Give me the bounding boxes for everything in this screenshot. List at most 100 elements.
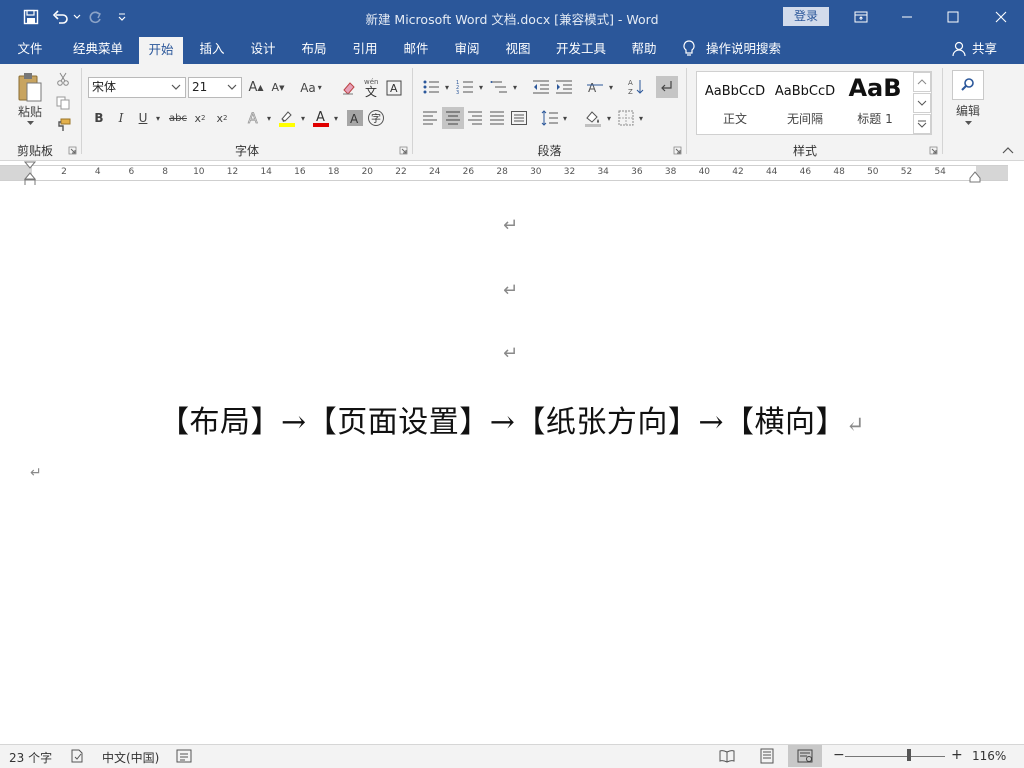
borders-dropdown-icon[interactable]: ▾ (636, 108, 646, 128)
italic-icon[interactable]: I (112, 108, 130, 128)
document-page[interactable]: ↵ ↵ ↵ 【布局】→【页面设置】→【纸张方向】→【横向】↵ ↵ (0, 185, 1024, 744)
shading-icon[interactable] (582, 108, 604, 128)
right-indent-marker-icon[interactable] (969, 171, 981, 183)
proofing-icon[interactable] (70, 748, 86, 764)
tab-developer[interactable]: 开发工具 (548, 34, 614, 64)
bold-icon[interactable]: B (90, 108, 108, 128)
numbering-icon[interactable]: 123 (454, 77, 476, 97)
styles-launcher-icon[interactable] (929, 146, 938, 155)
tab-mailings[interactable]: 邮件 (394, 34, 438, 64)
collapse-ribbon-icon[interactable] (1000, 144, 1016, 156)
web-layout-icon[interactable] (788, 745, 822, 767)
font-color-dropdown-icon[interactable]: ▾ (331, 108, 341, 128)
indent-marker-icon[interactable] (24, 161, 36, 187)
line-spacing-icon[interactable] (540, 108, 560, 128)
word-count[interactable]: 23 个字 (9, 749, 52, 766)
multilevel-list-icon[interactable] (488, 77, 510, 97)
subscript-icon[interactable]: x2 (191, 108, 209, 128)
style-no-spacing[interactable]: AaBbCcD 无间隔 (769, 72, 841, 134)
font-name-dropdown-icon[interactable] (169, 78, 183, 97)
zoom-slider[interactable] (845, 756, 945, 757)
clear-formatting-icon[interactable] (339, 77, 359, 98)
distributed-icon[interactable] (509, 108, 529, 128)
editing-label[interactable]: 编辑 (950, 102, 986, 118)
style-heading-1[interactable]: AaB 标题 1 (839, 72, 911, 134)
zoom-out-icon[interactable]: − (833, 747, 845, 763)
change-case-icon[interactable]: Aa▾ (296, 77, 326, 98)
undo-icon[interactable] (50, 7, 72, 27)
align-center-icon[interactable] (442, 107, 464, 129)
bullets-dropdown-icon[interactable]: ▾ (442, 77, 452, 97)
chinese-layout-dropdown-icon[interactable]: ▾ (606, 77, 616, 97)
find-icon[interactable] (952, 70, 984, 100)
font-launcher-icon[interactable] (399, 146, 408, 155)
editing-dropdown-icon[interactable] (962, 118, 974, 128)
horizontal-ruler[interactable]: 2468101214161820222426283032343638404244… (0, 161, 1024, 185)
save-icon[interactable] (20, 7, 42, 27)
font-size-dropdown-icon[interactable] (225, 78, 239, 97)
phonetic-guide-icon[interactable]: wén文 (361, 75, 383, 99)
align-right-icon[interactable] (465, 108, 485, 128)
styles-scroll-up-icon[interactable] (913, 72, 931, 92)
underline-dropdown-icon[interactable]: ▾ (152, 108, 164, 128)
font-size-box[interactable]: 21 (188, 77, 242, 98)
zoom-in-icon[interactable]: + (951, 747, 963, 763)
decrease-indent-icon[interactable] (530, 77, 552, 97)
highlight-dropdown-icon[interactable]: ▾ (298, 108, 308, 128)
character-shading-icon[interactable]: A (345, 108, 365, 128)
multilevel-dropdown-icon[interactable]: ▾ (510, 77, 520, 97)
clipboard-launcher-icon[interactable] (68, 146, 77, 155)
ribbon-display-options-icon[interactable] (838, 0, 884, 34)
borders-icon[interactable] (616, 108, 636, 128)
font-color-icon[interactable]: A (311, 108, 331, 128)
read-mode-icon[interactable] (719, 748, 735, 764)
shrink-font-icon[interactable]: A▼ (268, 77, 288, 98)
zoom-slider-thumb[interactable] (907, 749, 911, 761)
grow-font-icon[interactable]: A▲ (246, 77, 266, 98)
print-layout-icon[interactable] (759, 748, 775, 764)
strikethrough-icon[interactable]: abc (167, 108, 189, 128)
styles-scroll-down-icon[interactable] (913, 93, 931, 113)
tab-review[interactable]: 审阅 (445, 34, 489, 64)
styles-more-icon[interactable] (913, 114, 931, 134)
paragraph-launcher-icon[interactable] (673, 146, 682, 155)
paste-icon[interactable] (14, 70, 46, 104)
share-person-icon[interactable] (952, 34, 972, 64)
login-button[interactable]: 登录 (783, 7, 829, 26)
macro-record-icon[interactable] (176, 748, 192, 764)
font-name-box[interactable]: 宋体 (88, 77, 186, 98)
text-effects-dropdown-icon[interactable]: ▾ (264, 108, 274, 128)
chinese-layout-icon[interactable]: A (584, 77, 606, 97)
enclose-characters-icon[interactable]: 字 (366, 108, 386, 128)
close-icon[interactable] (978, 0, 1024, 34)
numbering-dropdown-icon[interactable]: ▾ (476, 77, 486, 97)
character-border-icon[interactable]: A (384, 77, 404, 98)
underline-icon[interactable]: U (134, 108, 152, 128)
justify-icon[interactable] (487, 108, 507, 128)
format-painter-icon[interactable] (54, 116, 72, 134)
cut-icon[interactable] (54, 70, 72, 88)
increase-indent-icon[interactable] (553, 77, 575, 97)
tab-classic-menu[interactable]: 经典菜单 (62, 34, 134, 64)
tab-insert[interactable]: 插入 (190, 34, 234, 64)
paste-label[interactable]: 粘贴 (12, 104, 48, 118)
language[interactable]: 中文(中国) (102, 749, 159, 766)
maximize-icon[interactable] (930, 0, 976, 34)
undo-dropdown-icon[interactable] (72, 7, 82, 27)
tab-layout[interactable]: 布局 (292, 34, 336, 64)
document-main-text-line[interactable]: 【布局】→【页面设置】→【纸张方向】→【横向】↵ (0, 397, 1024, 441)
shading-dropdown-icon[interactable]: ▾ (604, 108, 614, 128)
text-effects-icon[interactable]: A (244, 108, 264, 128)
tab-view[interactable]: 视图 (496, 34, 540, 64)
tab-references[interactable]: 引用 (343, 34, 387, 64)
paste-dropdown-icon[interactable] (24, 118, 36, 128)
style-normal[interactable]: AaBbCcD 正文 (699, 72, 771, 134)
sort-icon[interactable]: AZ (626, 77, 646, 97)
share-button[interactable]: 共享 (972, 34, 1002, 64)
align-left-icon[interactable] (420, 108, 440, 128)
tab-design[interactable]: 设计 (241, 34, 285, 64)
customize-qat-icon[interactable] (114, 7, 130, 27)
tell-me-search[interactable]: 操作说明搜索 (706, 34, 790, 64)
tab-file[interactable]: 文件 (8, 34, 52, 64)
show-hide-marks-icon[interactable] (656, 76, 678, 98)
